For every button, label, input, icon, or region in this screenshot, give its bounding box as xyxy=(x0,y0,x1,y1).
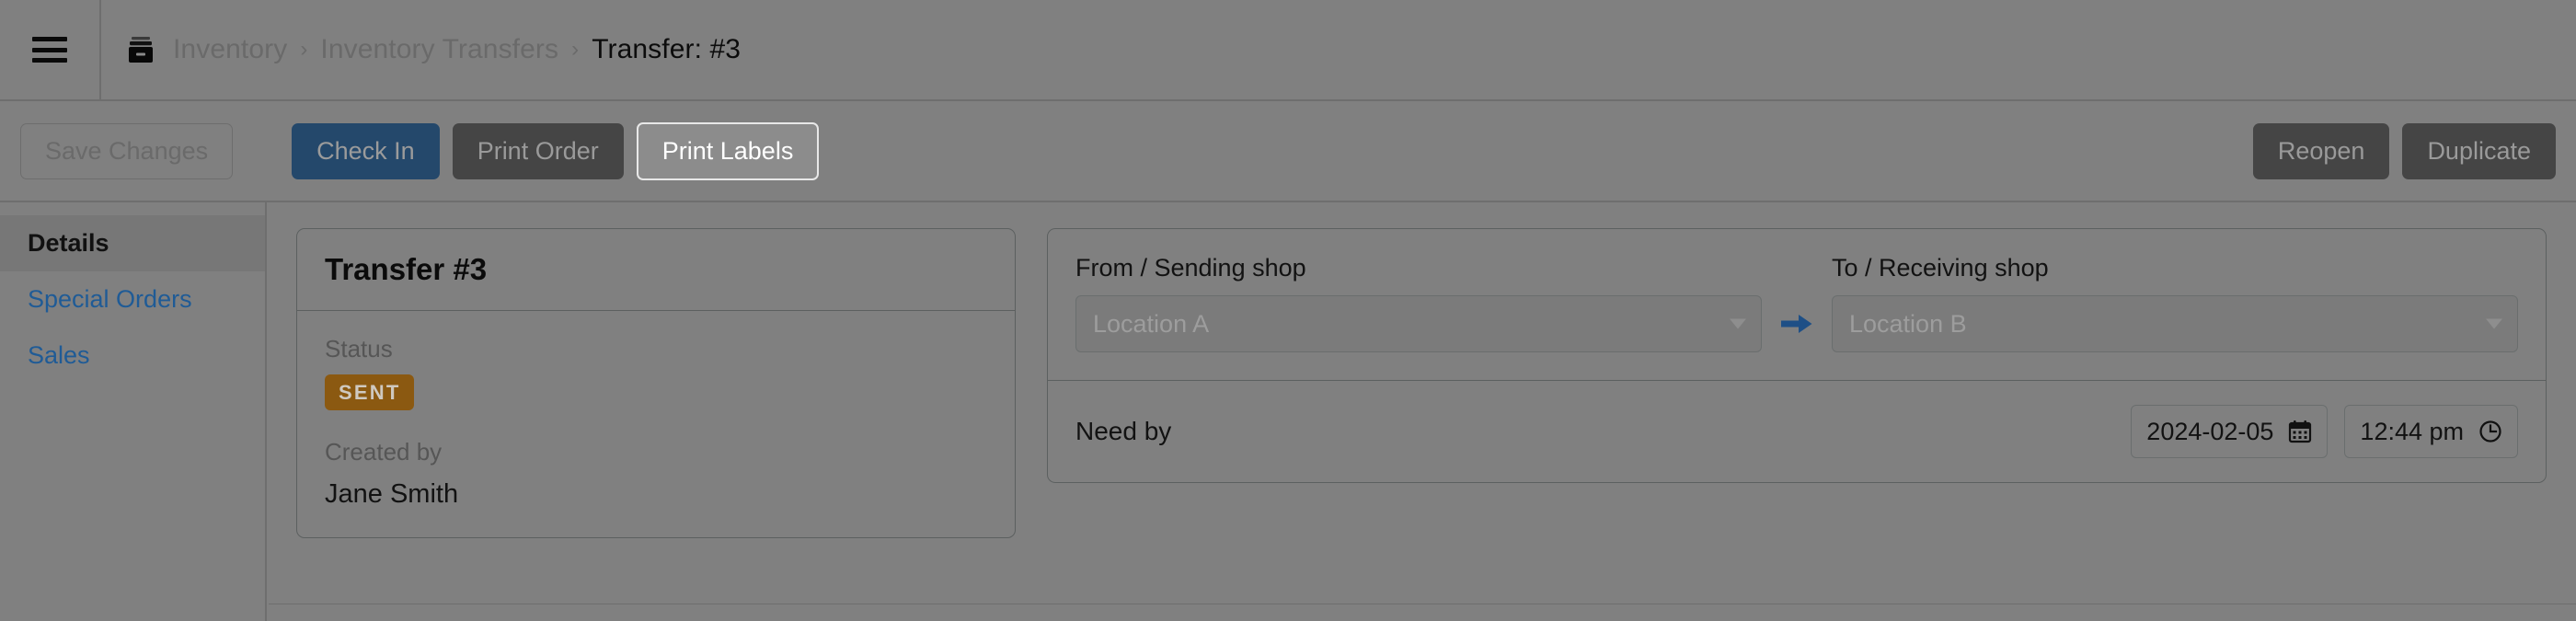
check-in-button[interactable]: Check In xyxy=(292,122,440,179)
need-by-date-value: 2024-02-05 xyxy=(2146,417,2274,445)
toolbar-right-group: Reopen Duplicate xyxy=(2252,122,2556,179)
main-content: Transfer #3 Status SENT Created by Jane … xyxy=(267,202,2576,621)
from-shop-field: From / Sending shop Location A xyxy=(1075,253,1762,353)
chevron-down-icon xyxy=(2486,318,2502,329)
reopen-button[interactable]: Reopen xyxy=(2252,122,2390,179)
status-label: Status xyxy=(325,335,393,363)
to-shop-field: To / Receiving shop Location B xyxy=(1832,253,2518,353)
save-changes-button[interactable]: Save Changes xyxy=(20,122,234,179)
created-by-value: Jane Smith xyxy=(325,478,459,509)
chevron-down-icon xyxy=(1730,318,1746,329)
transfer-details-card: Transfer #3 Status SENT Created by Jane … xyxy=(296,228,1016,539)
need-by-fields: 2024-02-05 12:44 pm xyxy=(2131,405,2518,459)
need-by-row: Need by 2024-02-05 12:44 pm xyxy=(1048,381,2546,482)
status-badge: SENT xyxy=(325,374,415,411)
shops-row: From / Sending shop Location A To / Rece… xyxy=(1048,229,2546,382)
transfer-shops-card: From / Sending shop Location A To / Rece… xyxy=(1047,228,2547,484)
app-root: Inventory › Inventory Transfers › Transf… xyxy=(0,0,2576,621)
sidebar-item-special-orders[interactable]: Special Orders xyxy=(0,271,265,328)
sidebar-item-sales[interactable]: Sales xyxy=(0,328,265,384)
archive-box-icon xyxy=(127,35,155,64)
action-toolbar: Save Changes Check In Print Order Print … xyxy=(0,101,2576,202)
duplicate-button[interactable]: Duplicate xyxy=(2402,122,2556,179)
sidebar-item-label: Sales xyxy=(28,341,90,369)
from-shop-value: Location A xyxy=(1093,309,1210,338)
sidebar-item-label: Special Orders xyxy=(28,285,192,313)
created-by-label: Created by xyxy=(325,438,443,466)
card-body: Status SENT Created by Jane Smith xyxy=(297,311,1015,537)
hamburger-icon xyxy=(32,37,67,63)
need-by-label: Need by xyxy=(1075,417,1172,446)
menu-toggle-button[interactable] xyxy=(0,0,101,100)
card-header: Transfer #3 xyxy=(297,229,1015,312)
created-by-field: Created by Jane Smith xyxy=(325,438,987,510)
breadcrumb-item-current: Transfer: #3 xyxy=(592,34,742,64)
breadcrumb-item-inventory[interactable]: Inventory xyxy=(173,34,287,65)
calendar-icon xyxy=(2289,420,2312,443)
sidebar-nav: Details Special Orders Sales xyxy=(0,202,267,621)
transfer-direction-arrow xyxy=(1762,295,1832,352)
arrow-right-icon xyxy=(1781,315,1812,334)
to-shop-label: To / Receiving shop xyxy=(1832,254,2049,282)
from-shop-label: From / Sending shop xyxy=(1075,254,1306,282)
breadcrumb-separator: › xyxy=(300,37,308,62)
sidebar-item-details[interactable]: Details xyxy=(0,215,265,271)
need-by-time-input[interactable]: 12:44 pm xyxy=(2344,405,2518,459)
page-title: Transfer #3 xyxy=(325,252,488,286)
breadcrumb-separator: › xyxy=(571,37,580,62)
from-shop-select[interactable]: Location A xyxy=(1075,295,1762,353)
toolbar-left-group: Save Changes Check In Print Order Print … xyxy=(20,121,820,180)
breadcrumb-item-inventory-transfers[interactable]: Inventory Transfers xyxy=(320,34,558,65)
print-labels-button[interactable]: Print Labels xyxy=(636,121,820,180)
to-shop-select[interactable]: Location B xyxy=(1832,295,2518,353)
clock-icon xyxy=(2479,420,2501,443)
need-by-date-input[interactable]: 2024-02-05 xyxy=(2131,405,2329,459)
need-by-time-value: 12:44 pm xyxy=(2360,417,2464,445)
to-shop-value: Location B xyxy=(1849,309,1967,338)
breadcrumb: Inventory › Inventory Transfers › Transf… xyxy=(101,34,741,65)
sidebar-item-label: Details xyxy=(28,229,109,257)
print-order-button[interactable]: Print Order xyxy=(452,122,624,179)
body-area: Details Special Orders Sales Transfer #3… xyxy=(0,202,2576,621)
top-bar: Inventory › Inventory Transfers › Transf… xyxy=(0,0,2576,101)
